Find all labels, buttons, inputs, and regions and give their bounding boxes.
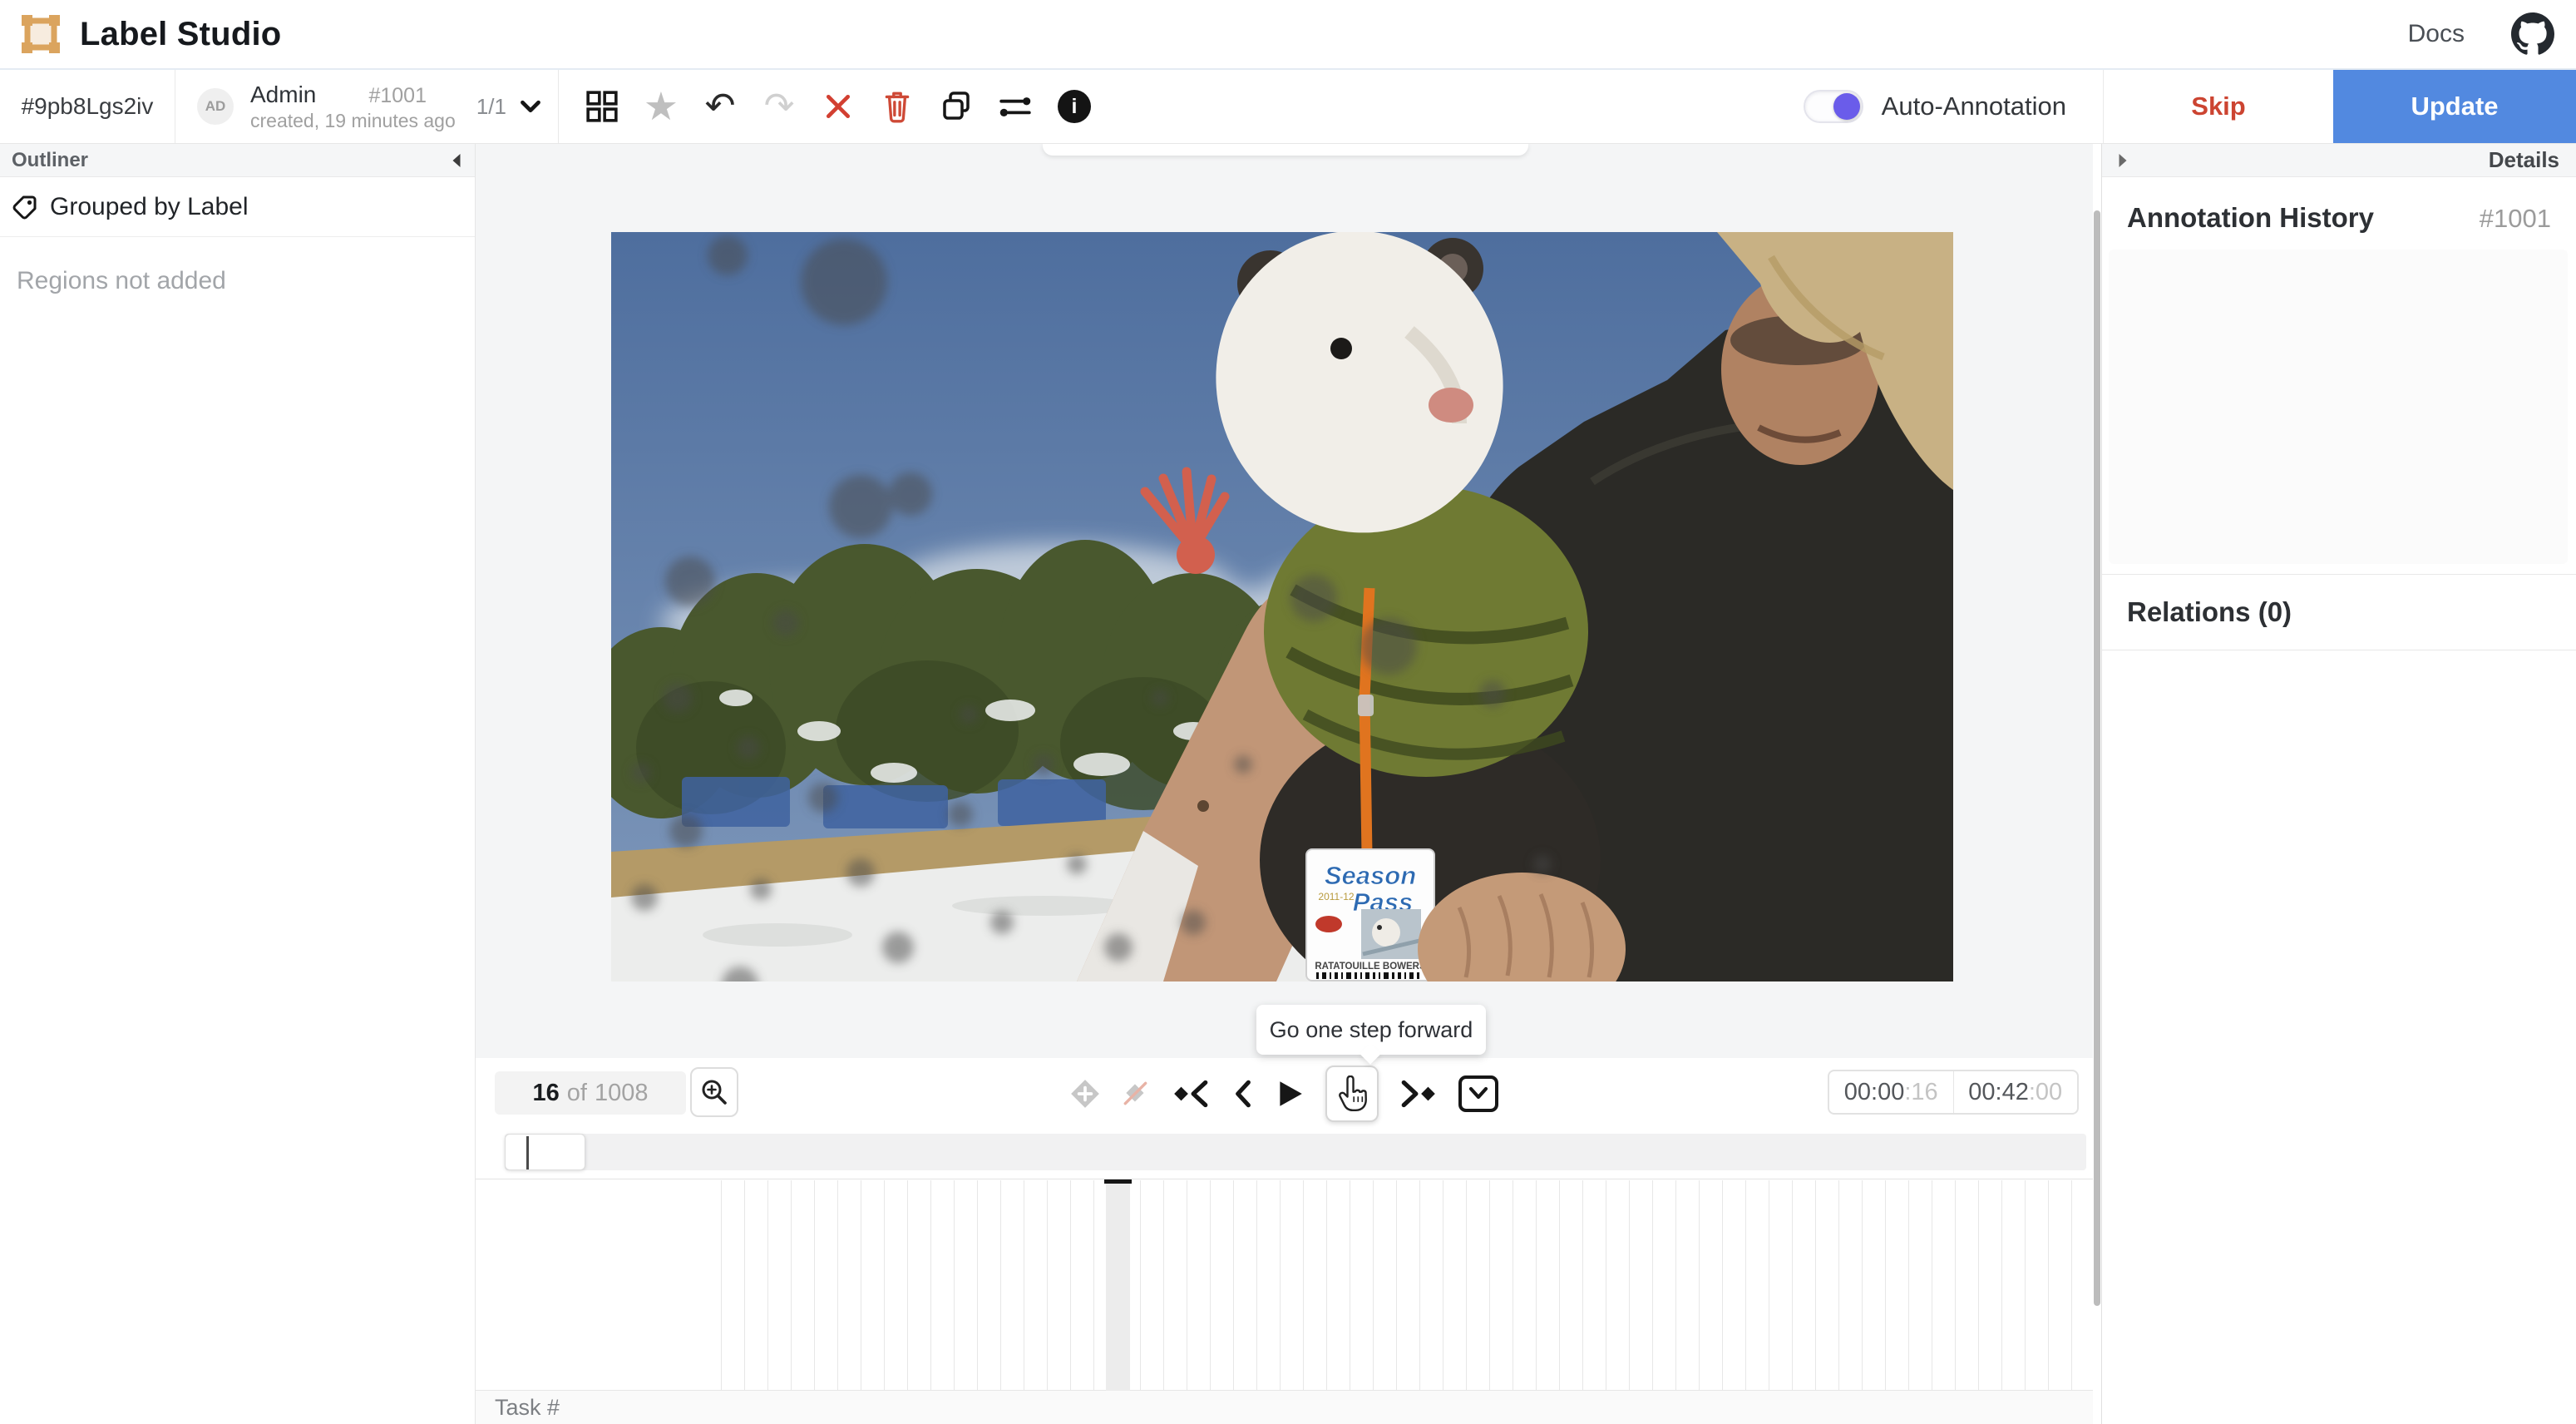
add-keyframe-icon[interactable] [1069,1078,1101,1110]
redo-icon[interactable]: ↷ [761,88,797,125]
chevron-down-icon [520,100,541,114]
reset-icon[interactable] [820,88,856,125]
collapse-left-icon[interactable] [449,151,463,170]
outliner-title: Outliner [12,149,88,172]
next-keyframe-button[interactable] [1399,1078,1439,1110]
frame-current: 16 [533,1080,560,1107]
minimap-position-cursor [526,1136,529,1169]
grid-view-icon[interactable] [584,88,620,125]
previous-keyframe-button[interactable] [1171,1078,1211,1110]
playback-controls [1069,1063,1498,1125]
annotation-created: created, 19 minutes ago [250,110,427,132]
hand-cursor-icon [1335,1075,1369,1112]
frame-separator: of [567,1080,587,1107]
regions-empty-message: Regions not added [0,237,475,295]
app-header: Label Studio Docs [0,0,2576,70]
task-footer: Task # [476,1391,2093,1424]
annotation-actions: ★ ↶ ↷ i [559,70,1101,143]
time-display: 00:00:16 00:42:00 [1828,1070,2079,1115]
current-frame-column [1106,1180,1130,1391]
update-button[interactable]: Update [2333,70,2576,143]
timeline-position-indicator[interactable] [1104,1179,1132,1184]
group-by-label-select[interactable]: Grouped by Label [0,177,475,237]
toggle-knob [1833,93,1860,120]
tooltip: Go one step forward [1256,1005,1486,1055]
scrollbar-thumb[interactable] [2094,210,2100,1306]
relations-section[interactable]: Relations (0) [2102,574,2576,650]
relations-title: Relations (0) [2127,596,2292,628]
annotation-history-id: #1001 [2480,204,2551,234]
annotation-toolbar: #9pb8Lgs2iv AD Admin #1001 created, 19 m… [0,70,2576,144]
frame-counter[interactable]: 16 of 1008 [495,1071,686,1115]
magnifier-plus-icon [700,1078,728,1106]
outliner-panel: Outliner Grouped by Label Regions not ad… [0,144,476,1424]
label-studio-logo-icon [22,15,60,53]
duplicate-icon[interactable] [938,88,975,125]
video-controls-bar: 16 of 1008 [476,1058,2093,1179]
frame-total: 1008 [595,1080,649,1107]
annotation-pager[interactable]: 1/1 [476,94,541,120]
duration-time-input[interactable]: 00:42:00 [1954,1071,2078,1113]
top-toolbar-edge [1043,144,1528,156]
auto-annotation-control: Auto-Annotation [1804,70,2066,143]
task-id: #9pb8Lgs2iv [0,70,175,143]
delete-icon[interactable] [879,88,915,125]
current-time-input[interactable]: 00:00:16 [1829,1071,1954,1113]
season-pass-badge: Season Pass 2011-12 RATATOUILLE BOWERS [1306,849,1434,981]
video-canvas[interactable]: Season Pass 2011-12 RATATOUILLE BOWERS [611,232,1953,981]
expand-right-icon[interactable] [2115,151,2129,170]
settings-sliders-icon[interactable] [997,88,1034,125]
app-title: Label Studio [80,16,281,53]
pager-count: 1/1 [476,94,506,120]
annotation-history-empty [2109,250,2568,564]
outliner-header: Outliner [0,144,475,177]
svg-text:Season: Season [1325,861,1416,890]
tag-icon [12,194,38,220]
details-header: Details [2102,144,2576,177]
group-by-label-text: Grouped by Label [50,193,249,221]
star-icon[interactable]: ★ [643,88,679,125]
toggle-keyframe-icon[interactable] [1121,1079,1151,1109]
undo-icon[interactable]: ↶ [702,88,738,125]
info-icon[interactable]: i [1056,88,1093,125]
frames-mode-button[interactable] [1458,1075,1498,1112]
minimap-viewport[interactable] [505,1134,585,1170]
svg-text:RATATOUILLE BOWERS: RATATOUILLE BOWERS [1315,962,1426,972]
step-forward-button[interactable] [1325,1066,1379,1122]
user-name: Admin [250,82,316,108]
annotation-history-title: Annotation History [2127,202,2374,234]
auto-annotation-toggle[interactable] [1804,90,1863,123]
timeline-minimap[interactable] [505,1134,2086,1170]
frames-timeline[interactable] [476,1179,2093,1391]
main-scrollbar [2093,144,2101,1424]
details-title: Details [2489,147,2559,173]
annotation-workspace: Season Pass 2011-12 RATATOUILLE BOWERS [476,144,2093,1424]
auto-annotation-label: Auto-Annotation [1882,91,2066,121]
step-backward-button[interactable] [1231,1078,1254,1110]
avatar: AD [197,88,234,125]
timeline-grid[interactable] [721,1180,2093,1390]
annotation-id: #1001 [368,84,427,108]
docs-link[interactable]: Docs [2408,20,2465,48]
annotation-selector[interactable]: AD Admin #1001 created, 19 minutes ago 1… [175,70,559,143]
skip-button[interactable]: Skip [2104,70,2333,143]
task-label: Task # [495,1395,560,1421]
play-button[interactable] [1274,1078,1305,1110]
details-panel: Details Annotation History #1001 Relatio… [2101,144,2576,1424]
svg-text:2011-12: 2011-12 [1318,891,1354,902]
zoom-in-button[interactable] [690,1067,738,1117]
github-icon[interactable] [2511,12,2554,56]
annotation-history-section: Annotation History #1001 [2102,177,2576,234]
